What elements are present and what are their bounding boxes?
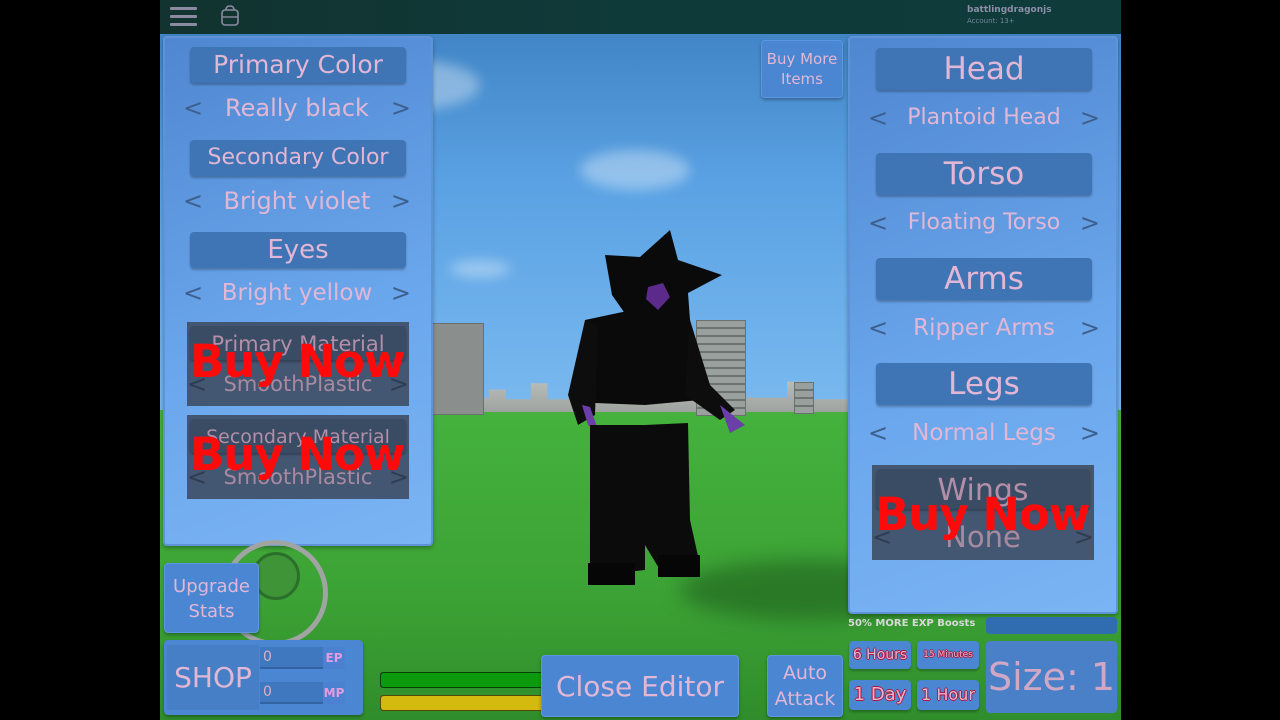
- primary-material-locked: Primary Material < SmoothPlastic > Buy N…: [187, 322, 409, 406]
- avatar-left-foot: [588, 563, 635, 585]
- avatar-right-arm: [685, 320, 735, 420]
- health-bar-fill: [381, 673, 549, 687]
- arms-header[interactable]: Arms: [876, 258, 1092, 300]
- arms-prev-arrow[interactable]: <: [868, 312, 888, 344]
- primary-color-value: Really black: [225, 94, 369, 122]
- cloud: [580, 150, 690, 190]
- secondary-material-locked: Secondary Material < SmoothPlastic > Buy…: [187, 415, 409, 499]
- auto-attack-button[interactable]: Auto Attack: [767, 655, 843, 717]
- backpack-icon[interactable]: [220, 5, 240, 27]
- torso-header[interactable]: Torso: [876, 153, 1092, 195]
- primary-color-next-arrow[interactable]: >: [391, 92, 411, 124]
- mp-unit: MP: [323, 682, 345, 704]
- wings-locked: Wings < None > Buy Now: [872, 465, 1094, 560]
- username: battlingdragonjs: [967, 5, 1052, 15]
- boost-6-hours-button[interactable]: 6 Hours: [849, 641, 911, 669]
- eyes-next-arrow[interactable]: >: [391, 277, 411, 309]
- ep-counter: 0 EP: [260, 647, 345, 669]
- legs-header[interactable]: Legs: [876, 363, 1092, 405]
- cloud: [450, 260, 510, 278]
- shop-button[interactable]: SHOP: [167, 645, 259, 710]
- legs-value: Normal Legs: [912, 420, 1056, 446]
- primary-color-header[interactable]: Primary Color: [190, 47, 406, 83]
- head-prev-arrow[interactable]: <: [868, 102, 888, 134]
- upgrade-stats-button[interactable]: Upgrade Stats: [164, 563, 259, 633]
- avatar-right-leg: [645, 423, 700, 570]
- legs-prev-arrow[interactable]: <: [868, 417, 888, 449]
- boost-1-day-button[interactable]: 1 Day: [849, 680, 911, 710]
- eyes-prev-arrow[interactable]: <: [183, 277, 203, 309]
- avatar-left-leg: [590, 425, 645, 575]
- appearance-panel-right: Head < Plantoid Head > Torso < Floating …: [848, 36, 1118, 614]
- arms-next-arrow[interactable]: >: [1080, 312, 1100, 344]
- eyes-header[interactable]: Eyes: [190, 232, 406, 268]
- eyes-selector: < Bright yellow >: [183, 277, 411, 309]
- account-age-label: Account: 13+: [967, 17, 1015, 25]
- top-bar: battlingdragonjs Account: 13+: [160, 0, 1121, 34]
- building: [794, 382, 814, 414]
- shop-panel: SHOP 0 EP 0 MP: [164, 640, 363, 715]
- buy-now-secondary-material[interactable]: Buy Now: [190, 427, 405, 482]
- torso-prev-arrow[interactable]: <: [868, 207, 888, 239]
- primary-color-selector: < Really black >: [183, 92, 411, 124]
- buy-now-wings[interactable]: Buy Now: [875, 487, 1090, 542]
- secondary-color-selector: < Bright violet >: [183, 185, 411, 217]
- building: [432, 323, 484, 415]
- buy-now-primary-material[interactable]: Buy Now: [190, 334, 405, 389]
- appearance-panel-left: Primary Color < Really black > Secondary…: [163, 36, 433, 546]
- character-avatar[interactable]: [560, 225, 760, 595]
- joystick-thumb[interactable]: [252, 552, 300, 600]
- head-selector: < Plantoid Head >: [868, 102, 1100, 134]
- head-header[interactable]: Head: [876, 48, 1092, 90]
- secondary-color-prev-arrow[interactable]: <: [183, 185, 203, 217]
- avatar-right-foot: [658, 555, 700, 577]
- head-next-arrow[interactable]: >: [1080, 102, 1100, 134]
- energy-bar: [380, 695, 550, 711]
- energy-bar-fill: [381, 696, 549, 710]
- secondary-color-header[interactable]: Secondary Color: [190, 140, 406, 176]
- torso-next-arrow[interactable]: >: [1080, 207, 1100, 239]
- eyes-value: Bright yellow: [221, 280, 373, 306]
- health-bar: [380, 672, 550, 688]
- avatar-torso: [585, 310, 700, 405]
- exp-boost-bar: [986, 617, 1117, 634]
- avatar-left-arm: [568, 320, 598, 425]
- arms-selector: < Ripper Arms >: [868, 312, 1100, 344]
- legs-next-arrow[interactable]: >: [1080, 417, 1100, 449]
- boost-15-minutes-button[interactable]: 15 Minutes: [917, 641, 979, 669]
- primary-color-prev-arrow[interactable]: <: [183, 92, 203, 124]
- torso-value: Floating Torso: [907, 210, 1061, 235]
- mp-counter: 0 MP: [260, 682, 345, 704]
- hamburger-menu-icon[interactable]: [170, 7, 197, 27]
- ep-unit: EP: [323, 647, 345, 669]
- buy-more-items-button[interactable]: Buy More Items: [761, 40, 843, 98]
- close-editor-button[interactable]: Close Editor: [541, 655, 739, 717]
- secondary-color-next-arrow[interactable]: >: [391, 185, 411, 217]
- ep-value: 0: [263, 649, 272, 665]
- legs-selector: < Normal Legs >: [868, 417, 1100, 449]
- head-value: Plantoid Head: [907, 105, 1061, 130]
- mp-value: 0: [263, 684, 272, 700]
- game-viewport[interactable]: battlingdragonjs Account: 13+ Primary Co…: [160, 0, 1121, 720]
- torso-selector: < Floating Torso >: [868, 207, 1100, 239]
- arms-value: Ripper Arms: [913, 315, 1055, 341]
- boost-1-hour-button[interactable]: 1 Hour: [917, 680, 979, 710]
- secondary-color-value: Bright violet: [223, 187, 371, 215]
- size-display: Size: 1: [986, 641, 1117, 713]
- exp-boosts-label: 50% MORE EXP Boosts: [848, 618, 976, 629]
